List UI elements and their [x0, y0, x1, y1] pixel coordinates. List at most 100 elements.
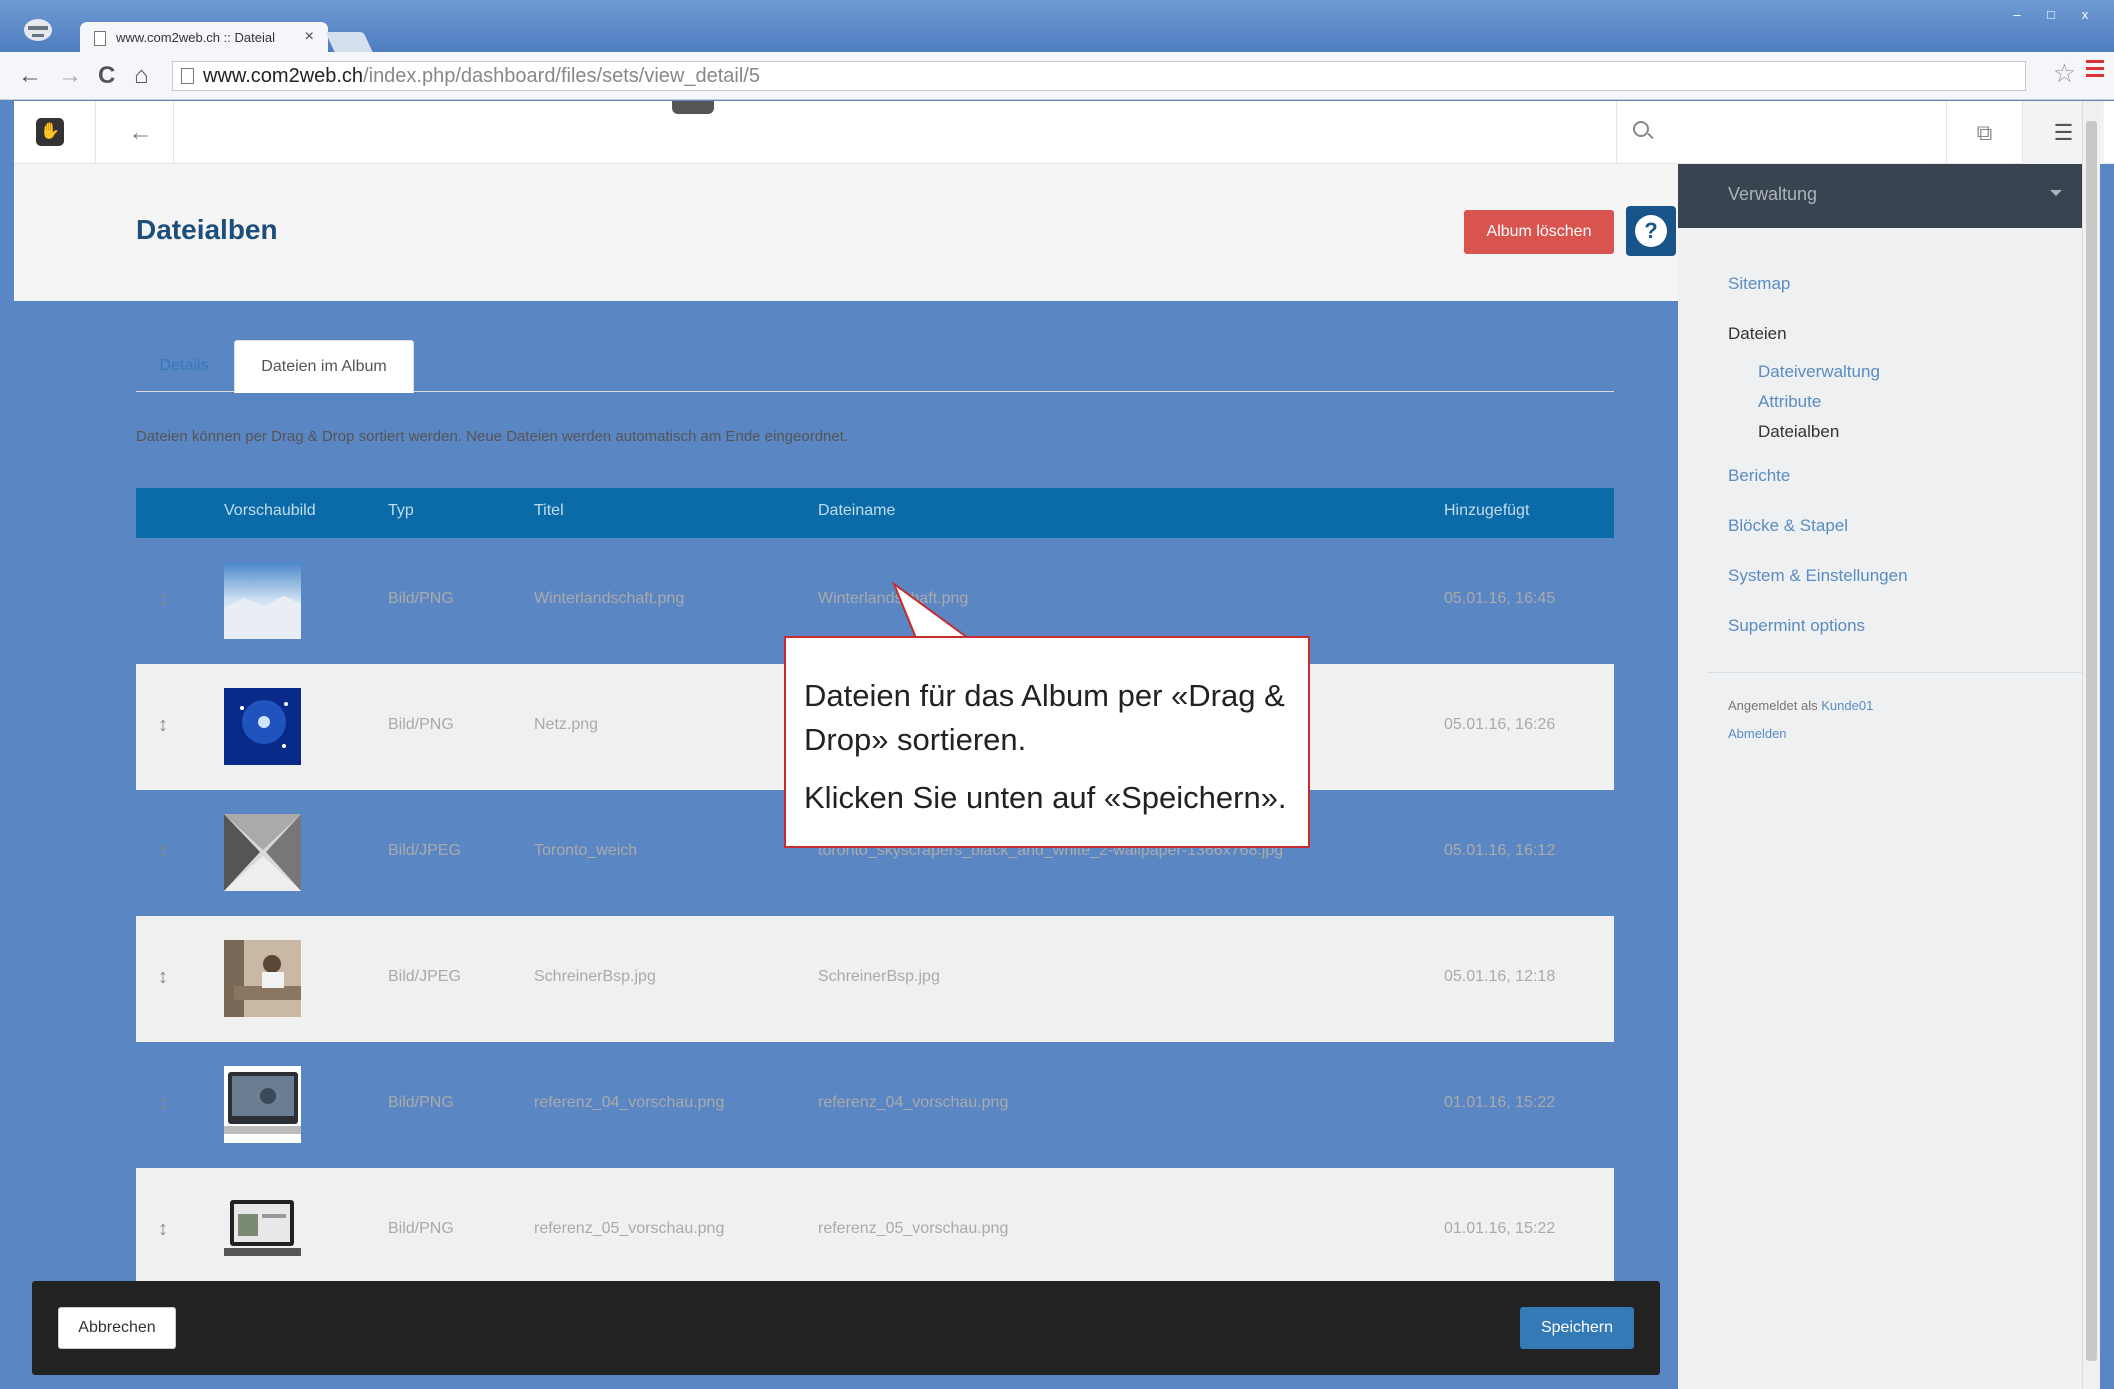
sort-hint: Dateien können per Drag & Drop sortiert … — [136, 428, 849, 445]
table-header: Vorschaubild Typ Titel Dateiname Hinzuge… — [136, 488, 1614, 538]
scrollbar-thumb[interactable] — [2086, 121, 2097, 1361]
cell-title: referenz_05_vorschau.png — [534, 1220, 725, 1237]
sidebar-item-blocks[interactable]: Blöcke & Stapel — [1728, 516, 1848, 536]
table-row[interactable]: ↕ Bild/JPEG SchreinerBsp.jpg SchreinerBs… — [136, 916, 1614, 1042]
tab-bar: Details Dateien im Album — [136, 340, 1614, 393]
search-input[interactable] — [1616, 101, 1946, 164]
close-window-icon[interactable]: x — [2070, 6, 2100, 26]
save-button[interactable]: Speichern — [1520, 1307, 1634, 1349]
file-table: Vorschaubild Typ Titel Dateiname Hinzuge… — [136, 488, 1614, 1294]
cell-added: 01.01.16, 15:22 — [1444, 1220, 1556, 1237]
help-button[interactable]: ? — [1626, 206, 1676, 256]
cell-type: Bild/JPEG — [388, 968, 461, 985]
callout-line-1: Dateien für das Album per «Drag & Drop» … — [804, 678, 1285, 757]
close-icon[interactable]: × — [305, 28, 314, 46]
forward-icon[interactable]: → — [58, 62, 82, 90]
sidebar-item-sitemap[interactable]: Sitemap — [1728, 274, 1790, 294]
delete-album-button[interactable]: Album löschen — [1464, 210, 1614, 254]
cell-added: 05.01.16, 16:45 — [1444, 590, 1556, 607]
thumbnail-reference-04 — [224, 1066, 301, 1143]
col-filename[interactable]: Dateiname — [818, 502, 895, 520]
cell-title: SchreinerBsp.jpg — [534, 968, 656, 985]
sidebar-item-file-sets[interactable]: Dateialben — [1758, 422, 1839, 442]
new-tab-button[interactable] — [325, 32, 373, 52]
sidebar-item-supermint[interactable]: Supermint options — [1728, 616, 1865, 636]
page-scrollbar[interactable] — [2082, 101, 2100, 1389]
cell-type: Bild/PNG — [388, 1094, 454, 1111]
cell-title: Winterlandschaft.png — [534, 590, 685, 607]
cell-type: Bild/JPEG — [388, 842, 461, 859]
callout-pointer — [891, 581, 972, 643]
sidebar-item-system[interactable]: System & Einstellungen — [1728, 566, 1908, 586]
url-host: www.com2web.ch — [203, 65, 364, 87]
user-link[interactable]: Kunde01 — [1821, 698, 1873, 713]
col-title[interactable]: Titel — [534, 502, 564, 520]
tutorial-callout: Dateien für das Album per «Drag & Drop» … — [784, 636, 1310, 848]
thumbnail-toronto — [224, 814, 301, 891]
cms-logo[interactable]: ✋ — [14, 101, 96, 164]
tab-details[interactable]: Details — [136, 340, 232, 392]
back-arrow-icon[interactable]: ← — [108, 101, 174, 164]
cms-logo-icon: ✋ — [36, 118, 64, 146]
browser-menu-icon[interactable] — [2086, 60, 2104, 80]
thumbnail-winter — [224, 562, 301, 639]
drag-handle-icon[interactable]: ↕ — [158, 588, 168, 611]
col-preview[interactable]: Vorschaubild — [224, 502, 316, 520]
pages-icon[interactable]: ⧉ — [1946, 101, 2022, 164]
url-input[interactable]: www.com2web.ch/index.php/dashboard/files… — [172, 61, 2026, 91]
bookmark-star-icon[interactable]: ☆ — [2053, 58, 2076, 89]
logged-in-label: Angemeldet als — [1728, 698, 1818, 713]
browser-logo-icon — [24, 19, 52, 41]
thumbnail-carpenter — [224, 940, 301, 1017]
search-icon — [1633, 121, 1649, 137]
col-type[interactable]: Typ — [388, 502, 414, 520]
browser-tab-title: www.com2web.ch :: Dateial — [116, 30, 275, 45]
page-title: Dateialben — [136, 214, 278, 245]
cell-type: Bild/PNG — [388, 1220, 454, 1237]
cell-title: referenz_04_vorschau.png — [534, 1094, 725, 1111]
browser-tabbar: www.com2web.ch :: Dateial × – □ x — [0, 0, 2114, 54]
browser-tab[interactable]: www.com2web.ch :: Dateial × — [80, 22, 328, 54]
drag-handle-icon[interactable]: ↕ — [158, 966, 168, 989]
drag-handle-icon[interactable]: ↕ — [158, 840, 168, 863]
cell-added: 05.01.16, 16:26 — [1444, 716, 1556, 733]
sidebar-item-file-manager[interactable]: Dateiverwaltung — [1758, 362, 1880, 382]
back-icon[interactable]: ← — [18, 62, 42, 90]
form-action-bar: Abbrechen Speichern — [32, 1281, 1660, 1375]
drag-handle-icon[interactable]: ↕ — [158, 714, 168, 737]
sidebar-item-attributes[interactable]: Attribute — [1758, 392, 1821, 412]
sidebar-item-reports[interactable]: Berichte — [1728, 466, 1790, 486]
maximize-icon[interactable]: □ — [2036, 6, 2066, 26]
reload-icon[interactable]: C — [98, 62, 115, 90]
sidebar-header[interactable]: Verwaltung — [1678, 164, 2082, 228]
cell-added: 05.01.16, 16:12 — [1444, 842, 1556, 859]
toolbar-handle[interactable] — [672, 101, 714, 114]
help-icon: ? — [1635, 215, 1667, 247]
table-row[interactable]: ↕ Bild/PNG referenz_05_vorschau.png refe… — [136, 1168, 1614, 1294]
logout-link[interactable]: Abmelden — [1728, 726, 1787, 741]
drag-handle-icon[interactable]: ↕ — [158, 1218, 168, 1241]
tab-files-in-album[interactable]: Dateien im Album — [234, 340, 414, 393]
table-row[interactable]: ↕ Bild/PNG referenz_04_vorschau.png refe… — [136, 1042, 1614, 1168]
page-icon — [181, 68, 194, 84]
cell-title: Toronto_weich — [534, 842, 638, 859]
chevron-down-icon — [2050, 190, 2062, 196]
dashboard-sidebar: Verwaltung Sitemap Dateien Dateiverwaltu… — [1678, 164, 2082, 1389]
sidebar-divider — [1708, 672, 2082, 673]
page-header: Dateialben Album löschen ? — [14, 164, 1678, 301]
col-added[interactable]: Hinzugefügt — [1444, 502, 1529, 520]
callout-line-2: Klicken Sie unten auf «Speichern». — [804, 780, 1287, 815]
cell-type: Bild/PNG — [388, 716, 454, 733]
cell-filename: referenz_04_vorschau.png — [818, 1094, 1009, 1111]
cell-filename: referenz_05_vorschau.png — [818, 1220, 1009, 1237]
cell-filename: SchreinerBsp.jpg — [818, 968, 940, 985]
thumbnail-network — [224, 688, 301, 765]
sidebar-item-files[interactable]: Dateien — [1728, 324, 1787, 344]
minimize-icon[interactable]: – — [2002, 6, 2032, 26]
cell-added: 05.01.16, 12:18 — [1444, 968, 1556, 985]
drag-handle-icon[interactable]: ↕ — [158, 1092, 168, 1115]
home-icon[interactable]: ⌂ — [134, 62, 149, 90]
login-info: Angemeldet als Kunde01 Abmelden — [1728, 692, 1873, 748]
cancel-button[interactable]: Abbrechen — [58, 1307, 176, 1349]
sidebar-title: Verwaltung — [1728, 184, 1818, 204]
